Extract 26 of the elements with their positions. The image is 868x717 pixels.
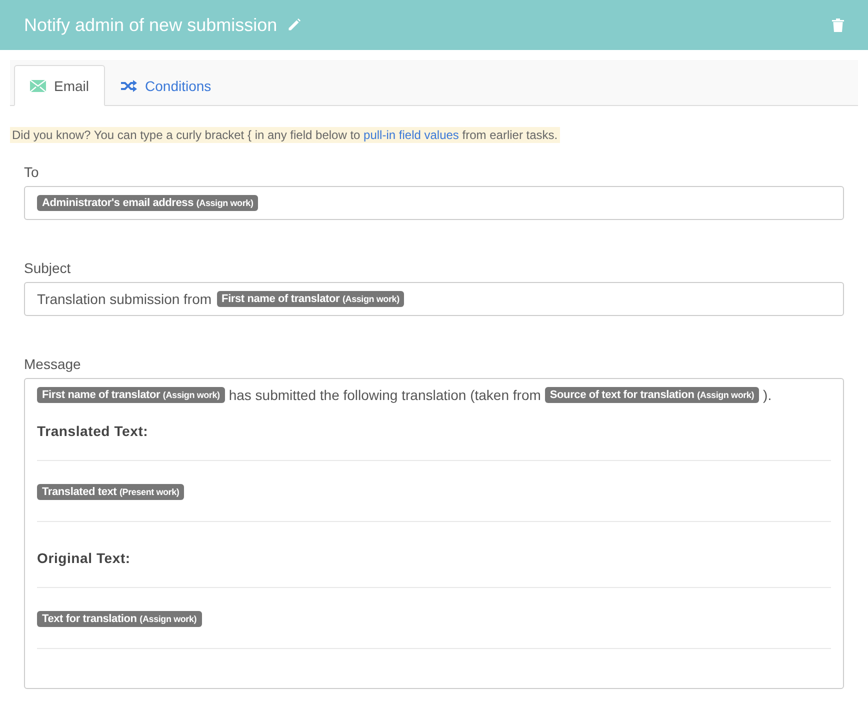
field-label: Subject: [24, 260, 71, 276]
field-token[interactable]: Text for translation (Assign work): [37, 611, 202, 627]
field-token[interactable]: Translated text (Present work): [37, 484, 184, 500]
tab[interactable]: Email: [14, 65, 106, 106]
section-heading: Translated Text:: [37, 423, 150, 439]
task-title: Notify admin of new submission: [24, 14, 278, 36]
field-token[interactable]: Source of text for translation (Assign work): [544, 387, 760, 403]
input-field[interactable]: Translation submission from First name of translator (Assign work): [24, 282, 844, 316]
field-values-link[interactable]: pull-in field values: [364, 128, 459, 142]
field-label: Message: [24, 356, 81, 372]
message-field[interactable]: [24, 378, 844, 689]
field-token[interactable]: First name of translator (Assign work): [37, 387, 225, 403]
tab[interactable]: Conditions: [105, 65, 228, 106]
shuffle-icon: [121, 80, 138, 92]
trash-icon[interactable]: [832, 18, 844, 32]
input-field[interactable]: Administrator's email address (Assign work): [24, 186, 844, 220]
section-heading: Original Text:: [37, 550, 132, 566]
field-token[interactable]: Administrator's email address (Assign work): [37, 195, 258, 211]
message-text: ).: [763, 387, 772, 403]
field-label: To: [24, 164, 39, 180]
tip-text: Did you know? You can type a curly bracket { in any field below to pull-in field values from earlier tasks.: [10, 127, 560, 143]
envelope-icon: [30, 80, 46, 92]
field-text: Translation submission from: [37, 291, 212, 307]
pencil-icon[interactable]: [287, 18, 302, 32]
field-token[interactable]: First name of translator (Assign work): [216, 291, 404, 307]
message-text: has submitted the following translation (taken from: [228, 387, 541, 403]
